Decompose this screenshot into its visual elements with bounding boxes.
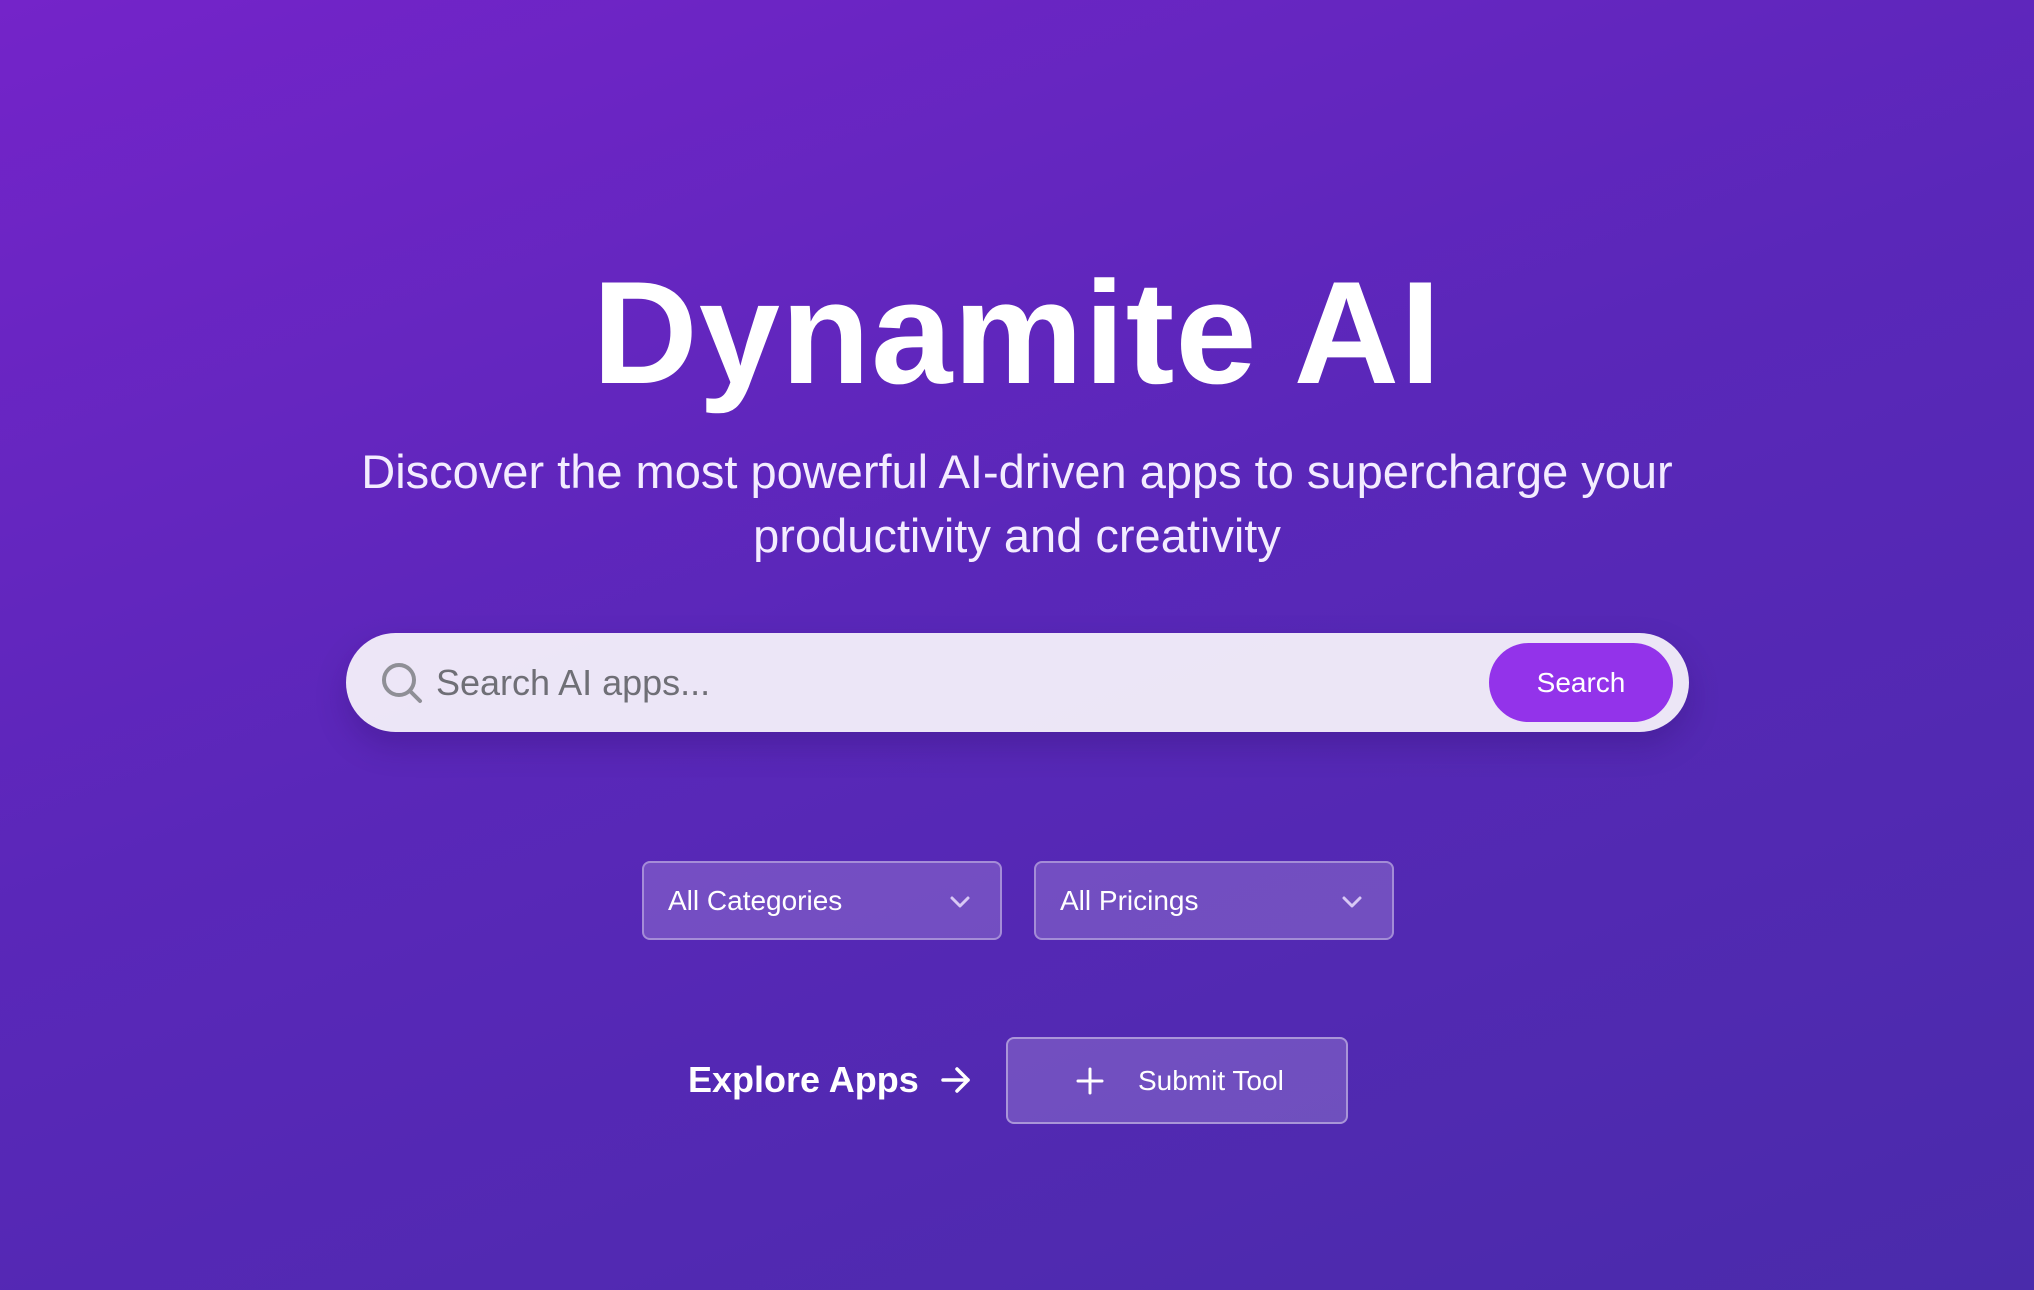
hero-section: Dynamite AI Discover the most powerful A… (0, 0, 2034, 1290)
search-icon (380, 661, 424, 705)
plus-icon (1074, 1065, 1106, 1097)
hero-subtitle-line-2: productivity and creativity (753, 509, 1281, 562)
search-bar: Search (346, 633, 1689, 732)
hero-subtitle-line-1: Discover the most powerful AI-driven app… (361, 445, 1673, 498)
chevron-down-icon (1340, 891, 1364, 913)
arrow-right-icon (939, 1063, 973, 1097)
hero-subtitle: Discover the most powerful AI-driven app… (337, 440, 1697, 568)
category-select[interactable]: All Categories (642, 861, 1002, 940)
search-input[interactable] (428, 653, 1444, 713)
pricing-select[interactable]: All Pricings (1034, 861, 1394, 940)
pricing-select-value: All Pricings (1060, 885, 1199, 916)
explore-apps-label: Explore Apps (688, 1059, 919, 1100)
explore-apps-link[interactable]: Explore Apps (688, 1056, 973, 1104)
page-title: Dynamite AI (592, 251, 1442, 414)
category-select-value: All Categories (668, 885, 843, 916)
submit-tool-label: Submit Tool (1138, 1065, 1284, 1096)
search-button[interactable]: Search (1489, 643, 1673, 722)
chevron-down-icon (948, 891, 972, 913)
submit-tool-button[interactable]: Submit Tool (1006, 1037, 1348, 1124)
